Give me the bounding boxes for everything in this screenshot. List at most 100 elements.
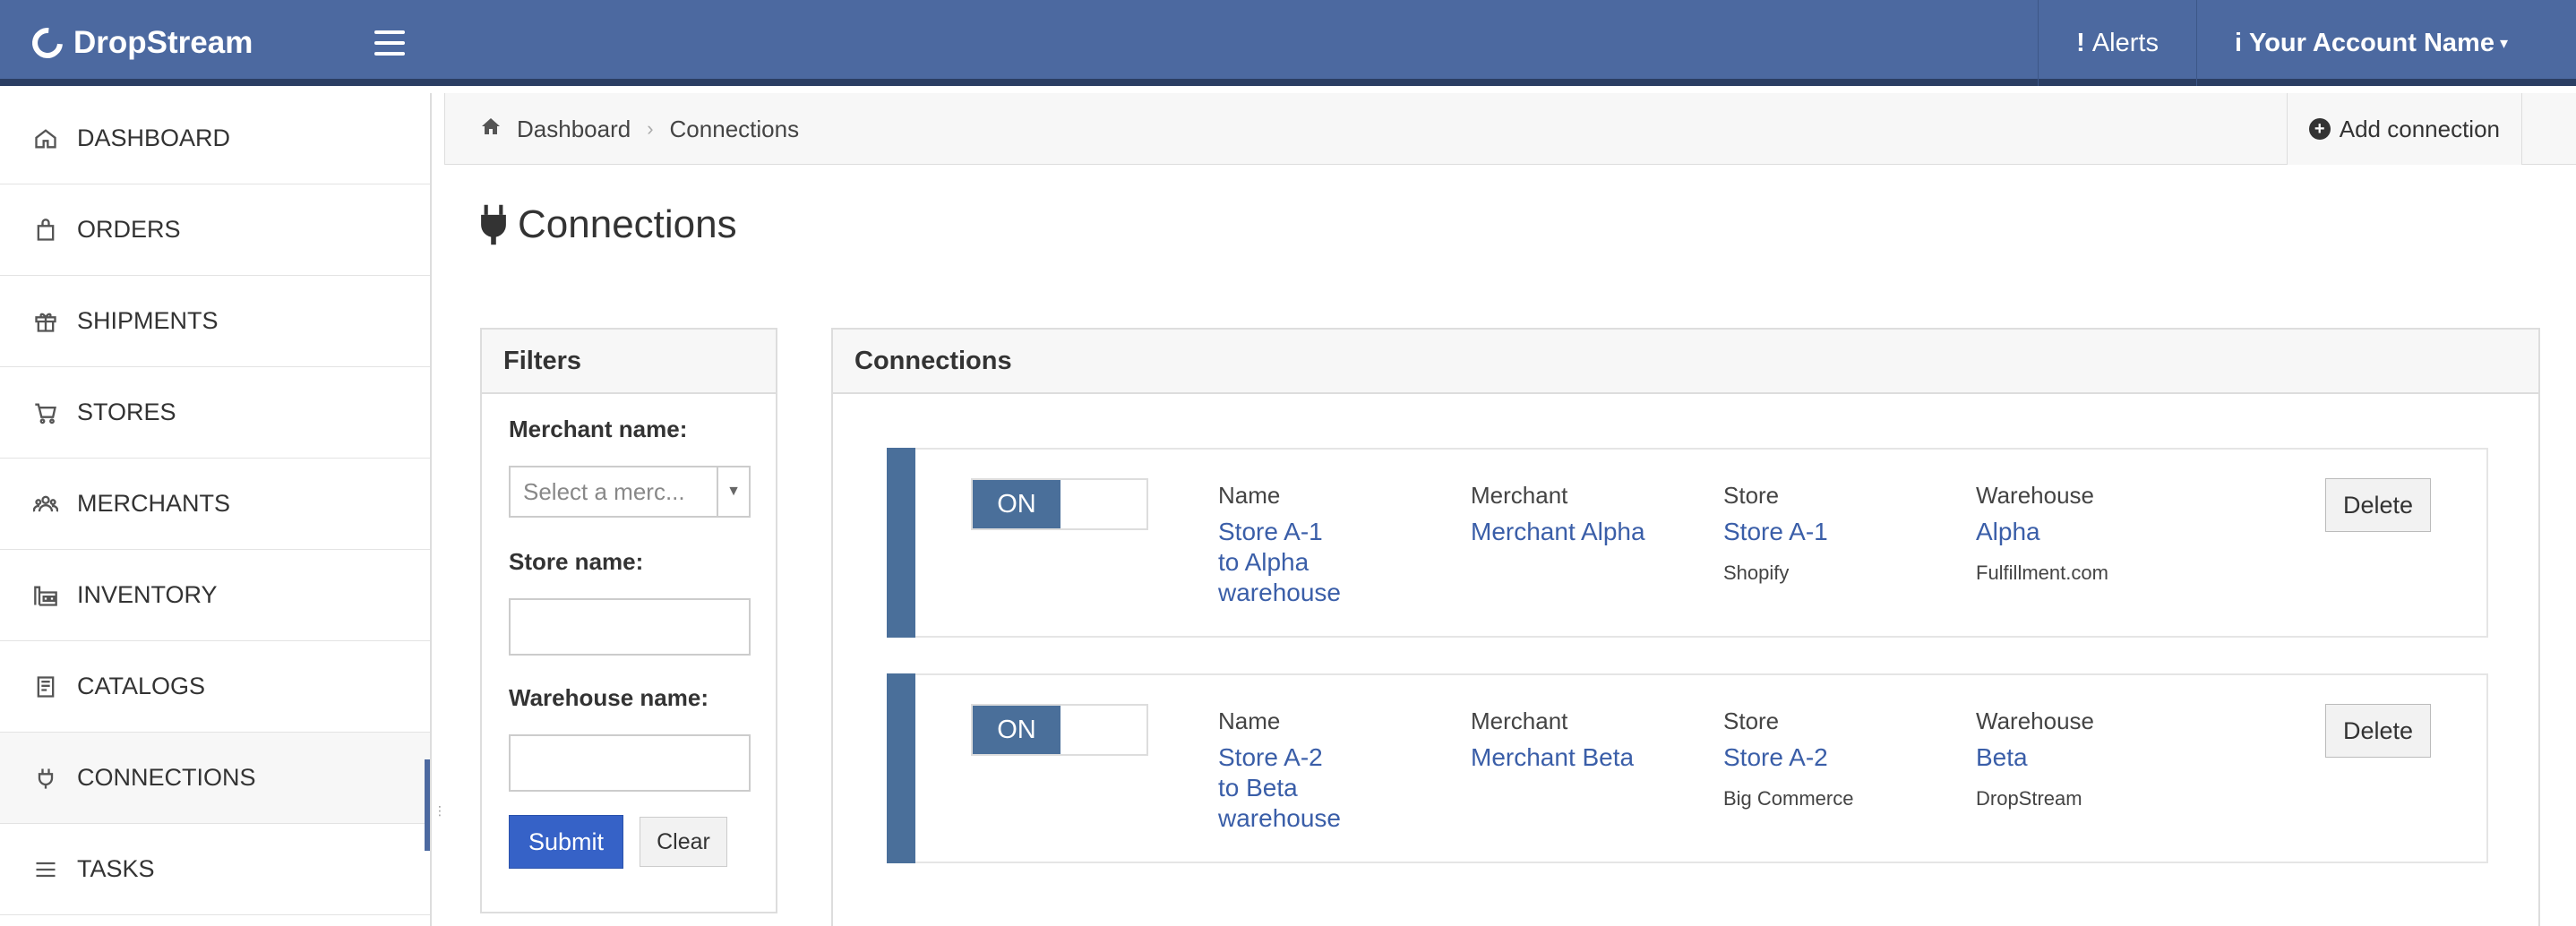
top-navbar: DropStream ! Alerts i Your Account Name …	[0, 0, 2576, 86]
connection-name-column: Name Store A-2 to Beta warehouse	[1218, 707, 1397, 834]
brand-logo[interactable]: DropStream	[26, 0, 253, 86]
bag-icon	[32, 217, 59, 244]
sidebar-item-label: CONNECTIONS	[77, 764, 256, 791]
plug-icon	[32, 765, 59, 792]
connection-name-link[interactable]: Store A-2 to Beta warehouse	[1218, 742, 1397, 834]
add-connection-button[interactable]: + Add connection	[2286, 93, 2522, 165]
sidebar-item-stores[interactable]: STORES	[0, 367, 430, 459]
warehouse-header: Warehouse	[1976, 482, 2094, 509]
warehouse-column: Warehouse Alpha Fulfillment.com	[1976, 482, 2108, 585]
chevron-right-icon: ›	[647, 117, 654, 140]
merchant-select-placeholder: Select a merc...	[523, 477, 685, 505]
delete-button[interactable]: Delete	[2325, 704, 2431, 758]
sidebar-active-indicator	[425, 759, 430, 851]
breadcrumb-home-link[interactable]: Dashboard	[517, 116, 631, 143]
breadcrumb: Dashboard › Connections	[479, 93, 799, 165]
merchant-link[interactable]: Merchant Beta	[1471, 742, 1634, 773]
menu-toggle-icon[interactable]	[374, 30, 405, 56]
connection-status-stripe	[887, 673, 915, 863]
warehouse-name-input[interactable]	[509, 734, 751, 792]
clear-button[interactable]: Clear	[640, 817, 727, 867]
sidebar-item-label: SHIPMENTS	[77, 307, 219, 334]
connection-card: ON Name Store A-2 to Beta warehouse Merc…	[887, 673, 2488, 863]
store-header: Store	[1723, 482, 1780, 509]
connections-heading: Connections	[833, 330, 2538, 394]
alerts-label: Alerts	[2091, 28, 2159, 57]
sidebar-item-shipments[interactable]: SHIPMENTS	[0, 276, 430, 367]
breadcrumb-bar: Dashboard › Connections + Add connection	[444, 93, 2576, 165]
sidebar-item-label: CATALOGS	[77, 673, 206, 699]
home-icon	[479, 116, 502, 143]
navbar-right: ! Alerts i Your Account Name ▾	[2038, 0, 2576, 86]
sidebar-item-label: ORDERS	[77, 216, 181, 243]
connection-name-column: Name Store A-1 to Alpha warehouse	[1218, 482, 1397, 608]
sidebar-item-label: INVENTORY	[77, 581, 218, 608]
home-icon	[32, 125, 59, 152]
store-platform: Shopify	[1723, 562, 1790, 584]
sidebar-item-tasks[interactable]: TASKS	[0, 824, 430, 915]
warehouse-provider: DropStream	[1976, 787, 2082, 810]
page-title-text: Connections	[518, 202, 737, 246]
merchant-link[interactable]: Merchant Alpha	[1471, 517, 1645, 547]
delete-button[interactable]: Delete	[2325, 478, 2431, 532]
merchant-select[interactable]: Select a merc... ▼	[509, 466, 751, 518]
sidebar-item-dashboard[interactable]: DASHBOARD	[0, 93, 430, 184]
alerts-button[interactable]: ! Alerts	[2038, 0, 2196, 86]
connection-status-stripe	[887, 448, 915, 638]
store-name-label: Store name:	[509, 548, 644, 575]
store-header: Store	[1723, 707, 1780, 734]
sidebar-item-label: TASKS	[77, 855, 155, 882]
store-link[interactable]: Store A-2	[1723, 742, 1853, 773]
merchant-column: Merchant Merchant Beta	[1471, 707, 1634, 773]
breadcrumb-current: Connections	[669, 115, 800, 142]
book-icon	[32, 673, 59, 700]
sidebar-item-label: DASHBOARD	[77, 124, 231, 151]
warehouse-link[interactable]: Alpha	[1976, 517, 2108, 547]
store-name-input[interactable]	[509, 598, 751, 656]
exclamation-icon: !	[2076, 28, 2085, 57]
users-icon	[32, 491, 59, 518]
warehouse-column: Warehouse Beta DropStream	[1976, 707, 2094, 810]
plus-circle-icon: +	[2308, 118, 2331, 140]
toggle-on-label: ON	[973, 706, 1060, 754]
connection-toggle[interactable]: ON	[971, 478, 1148, 530]
warehouse-provider: Fulfillment.com	[1976, 562, 2108, 584]
merchant-header: Merchant	[1471, 707, 1568, 734]
sidebar-resize-handle-icon[interactable]: ⋮	[434, 804, 446, 827]
sidebar-item-orders[interactable]: ORDERS	[0, 184, 430, 276]
brand-name: DropStream	[73, 25, 253, 60]
filters-heading: Filters	[482, 330, 776, 394]
chevron-down-icon[interactable]: ▼	[717, 467, 749, 516]
connections-panel: Connections ON Name Store A-1 to Alpha w…	[831, 328, 2540, 926]
package-icon	[32, 308, 59, 335]
connection-card: ON Name Store A-1 to Alpha warehouse Mer…	[887, 448, 2488, 638]
warehouse-header: Warehouse	[1976, 707, 2094, 734]
submit-button[interactable]: Submit	[509, 815, 623, 869]
warehouse-name-label: Warehouse name:	[509, 684, 708, 711]
chevron-down-icon: ▾	[2499, 33, 2508, 52]
account-menu[interactable]: i Your Account Name ▾	[2195, 0, 2576, 86]
merchant-header: Merchant	[1471, 482, 1568, 509]
store-link[interactable]: Store A-1	[1723, 517, 1828, 547]
sidebar-item-label: MERCHANTS	[77, 490, 231, 517]
sidebar-item-merchants[interactable]: MERCHANTS	[0, 459, 430, 550]
sidebar-item-inventory[interactable]: INVENTORY	[0, 550, 430, 641]
store-column: Store Store A-1 Shopify	[1723, 482, 1828, 585]
info-icon: i	[2234, 28, 2243, 57]
filters-panel: Filters Merchant name: Select a merc... …	[480, 328, 777, 913]
store-column: Store Store A-2 Big Commerce	[1723, 707, 1853, 810]
sidebar-item-catalogs[interactable]: CATALOGS	[0, 641, 430, 733]
connection-name-link[interactable]: Store A-1 to Alpha warehouse	[1218, 517, 1397, 608]
warehouse-link[interactable]: Beta	[1976, 742, 2094, 773]
sidebar: DASHBOARD ORDERS SHIPMENTS STORES MERCHA…	[0, 93, 432, 926]
sidebar-item-connections[interactable]: CONNECTIONS	[0, 733, 430, 824]
name-header: Name	[1218, 707, 1281, 734]
name-header: Name	[1218, 482, 1281, 509]
plug-icon	[481, 204, 506, 245]
cart-icon	[32, 399, 59, 426]
warehouse-icon	[32, 582, 59, 609]
connection-toggle[interactable]: ON	[971, 704, 1148, 756]
merchant-column: Merchant Merchant Alpha	[1471, 482, 1645, 547]
dropstream-logo-icon	[26, 21, 69, 64]
toggle-on-label: ON	[973, 480, 1060, 528]
